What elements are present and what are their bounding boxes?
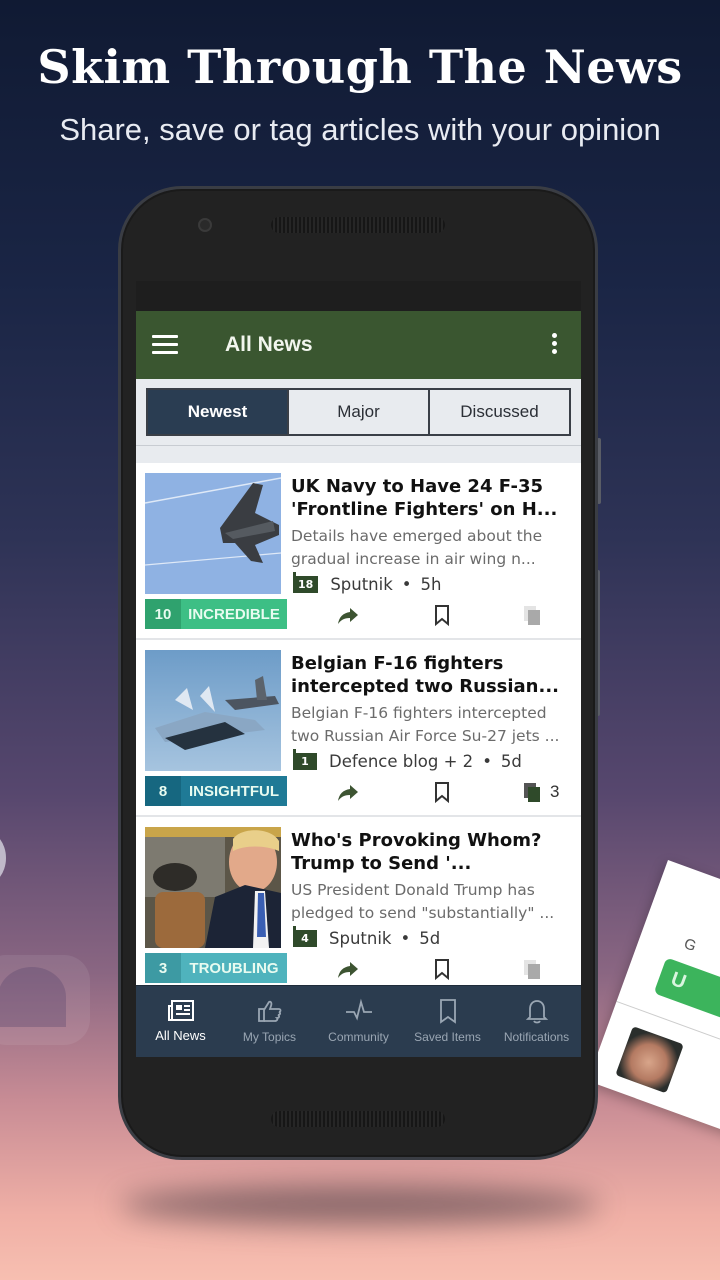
tab-newest[interactable]: Newest — [148, 390, 287, 434]
hamburger-menu-icon[interactable] — [152, 335, 178, 355]
article-meta: 1 Defence blog + 2 • 5d — [293, 749, 522, 771]
reaction-tag[interactable]: 8 INSIGHTFUL — [145, 776, 287, 806]
article-actions — [336, 957, 576, 981]
article-actions: 3 — [336, 780, 576, 804]
comment-count-badge[interactable]: 18 — [293, 572, 319, 593]
reaction-count: 3 — [145, 953, 181, 983]
article-snippet: Belgian F-16 fighters intercepted two Ru… — [291, 704, 560, 745]
nav-label: Saved Items — [414, 1030, 481, 1044]
top-speaker — [271, 217, 445, 233]
app-title: All News — [225, 333, 313, 356]
nav-label: Community — [328, 1030, 389, 1044]
bell-icon — [525, 1000, 548, 1024]
article-card[interactable]: Who's Provoking Whom? Trump to Send '...… — [136, 817, 581, 994]
meta-separator: • — [482, 752, 492, 771]
share-icon[interactable] — [336, 603, 360, 627]
copies-icon[interactable] — [520, 603, 580, 627]
reaction-tag[interactable]: 3 TROUBLING — [145, 953, 287, 983]
article-age: 5d — [500, 752, 522, 771]
article-thumbnail[interactable] — [145, 827, 281, 948]
side-card-button: U — [653, 957, 720, 1031]
meta-separator: • — [400, 929, 411, 948]
article-thumbnail[interactable] — [145, 473, 281, 594]
news-feed: UK Navy to Have 24 F-35 'Frontline Fight… — [136, 463, 581, 994]
app-bar: All News — [136, 311, 581, 379]
bookmark-icon[interactable] — [430, 780, 454, 804]
article-source[interactable]: Sputnik — [329, 929, 391, 948]
tab-discussed[interactable]: Discussed — [428, 390, 569, 434]
nav-label: All News — [155, 1028, 206, 1043]
article-source[interactable]: Sputnik — [330, 575, 392, 594]
copies-icon[interactable] — [520, 957, 580, 981]
decorative-side-card: G U — [587, 860, 720, 1136]
sort-tabs-container: Newest Major Discussed — [136, 379, 581, 446]
thumbs-up-icon — [257, 1000, 281, 1022]
nav-notifications[interactable]: Notifications — [492, 986, 581, 1057]
reaction-tag[interactable]: 10 INCREDIBLE — [145, 599, 287, 629]
article-card[interactable]: Belgian F-16 fighters intercepted two Ru… — [136, 640, 581, 817]
reaction-label: TROUBLING — [189, 959, 279, 977]
decorative-blur-card — [0, 955, 90, 1045]
phone-screen: All News Newest Major Discussed UK Navy … — [136, 281, 581, 1057]
front-camera — [198, 218, 212, 232]
article-headline[interactable]: Who's Provoking Whom? Trump to Send '... — [291, 829, 576, 875]
newspaper-icon — [167, 1000, 194, 1021]
nav-label: Notifications — [503, 1030, 570, 1044]
promo-headline: Skim Through The News — [37, 40, 683, 94]
article-snippet: Details have emerged about the gradual i… — [291, 527, 543, 568]
share-icon[interactable] — [336, 780, 360, 804]
comment-count-badge[interactable]: 4 — [293, 926, 317, 947]
reaction-label: INCREDIBLE — [188, 605, 280, 623]
nav-all-news[interactable]: All News — [136, 986, 225, 1057]
article-snippet: US President Donald Trump has pledged to… — [291, 881, 555, 922]
nav-my-topics[interactable]: My Topics — [225, 986, 314, 1057]
status-bar — [136, 281, 581, 311]
article-card[interactable]: UK Navy to Have 24 F-35 'Frontline Fight… — [136, 463, 581, 640]
copies-count: 3 — [550, 782, 560, 801]
phone-shadow — [120, 1185, 600, 1225]
bookmark-icon[interactable] — [430, 957, 454, 981]
reaction-count: 8 — [145, 776, 181, 806]
pulse-icon — [345, 998, 372, 1021]
bookmark-icon — [439, 999, 456, 1024]
side-card-text: G — [681, 935, 699, 956]
more-options-icon[interactable] — [549, 333, 559, 357]
nav-label: My Topics — [242, 1030, 297, 1044]
article-headline[interactable]: UK Navy to Have 24 F-35 'Frontline Fight… — [291, 475, 576, 521]
article-headline[interactable]: Belgian F-16 fighters intercepted two Ru… — [291, 652, 576, 698]
bookmark-icon[interactable] — [430, 603, 454, 627]
article-age: 5h — [420, 575, 442, 594]
article-meta: 4 Sputnik • 5d — [293, 926, 441, 948]
copies-icon[interactable]: 3 — [520, 780, 580, 804]
meta-separator: • — [401, 575, 412, 594]
avatar — [615, 1026, 684, 1094]
article-thumbnail[interactable] — [145, 650, 281, 771]
comment-count-badge[interactable]: 1 — [293, 749, 317, 770]
nav-community[interactable]: Community — [314, 986, 403, 1057]
nav-saved-items[interactable]: Saved Items — [403, 986, 492, 1057]
decorative-blur-circle — [0, 830, 6, 886]
article-meta: 18 Sputnik • 5h — [293, 572, 442, 594]
reaction-count: 10 — [145, 599, 181, 629]
tab-major[interactable]: Major — [287, 390, 428, 434]
sort-tabs: Newest Major Discussed — [146, 388, 571, 436]
share-icon[interactable] — [336, 957, 360, 981]
reaction-label: INSIGHTFUL — [189, 782, 279, 800]
bottom-navigation: All News My Topics Community Saved Items… — [136, 985, 581, 1057]
promo-subheadline: Share, save or tag articles with your op… — [59, 112, 661, 147]
bottom-speaker — [271, 1111, 445, 1127]
article-source[interactable]: Defence blog + 2 — [329, 752, 473, 771]
article-age: 5d — [419, 929, 441, 948]
article-actions — [336, 603, 576, 627]
